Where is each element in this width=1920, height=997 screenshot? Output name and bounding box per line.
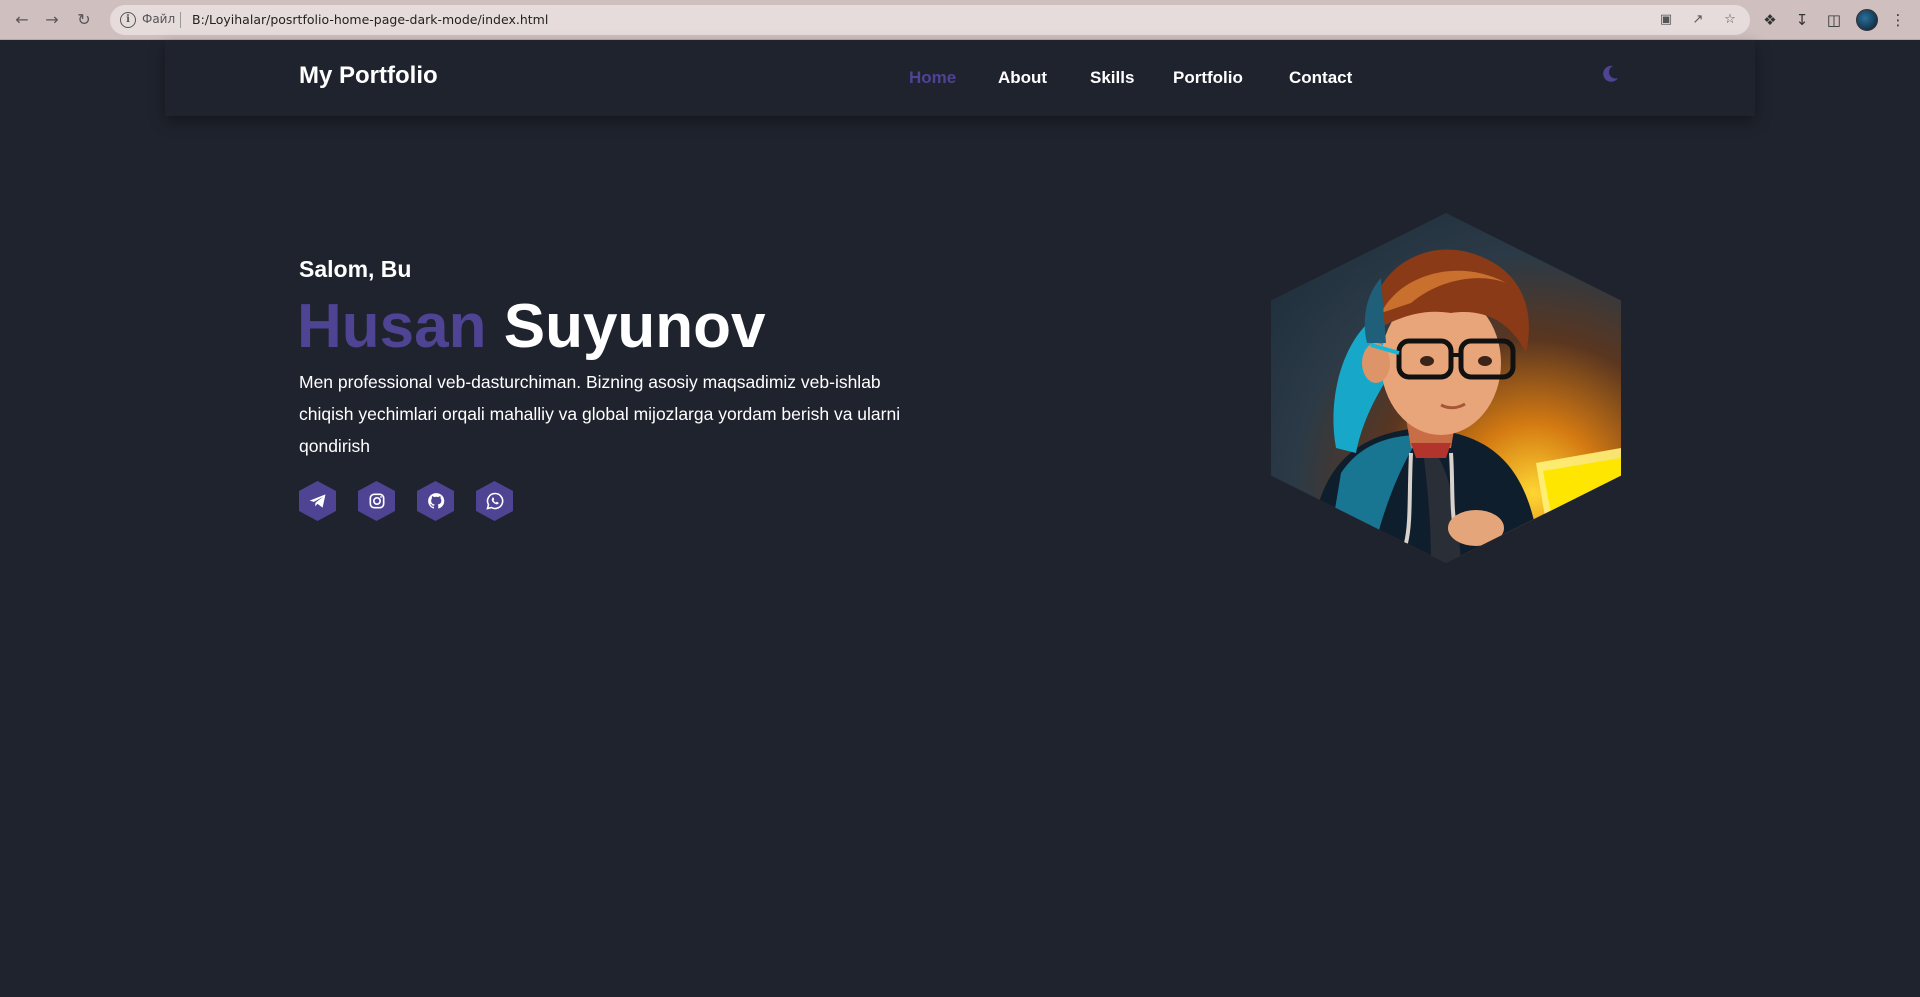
forward-icon[interactable]: → (42, 10, 62, 30)
more-menu-icon[interactable]: ⋮ (1888, 10, 1908, 30)
moon-icon[interactable] (1600, 64, 1620, 84)
address-bar[interactable]: i Файл B:/Loyihalar/posrtfolio-home-page… (110, 5, 1750, 35)
telegram-link[interactable] (299, 481, 336, 521)
reload-icon[interactable]: ↻ (74, 10, 94, 30)
nav-portfolio[interactable]: Portfolio (1173, 68, 1243, 88)
extensions-icon[interactable]: ❖ (1760, 10, 1780, 30)
github-icon (427, 493, 444, 509)
bookmark-star-icon[interactable]: ☆ (1722, 12, 1738, 28)
instagram-icon (369, 493, 384, 509)
back-icon[interactable]: ← (12, 10, 32, 30)
url-text[interactable]: B:/Loyihalar/posrtfolio-home-page-dark-m… (192, 12, 548, 27)
whatsapp-link[interactable] (476, 481, 513, 521)
nav-about[interactable]: About (998, 68, 1047, 88)
cartoon-developer-illustration (1311, 249, 1621, 563)
browser-toolbar: ← → ↻ i Файл B:/Loyihalar/posrtfolio-hom… (0, 0, 1920, 40)
hero-greeting: Salom, Bu (299, 256, 412, 282)
hero-last-name: Suyunov (503, 292, 766, 361)
nav-skills[interactable]: Skills (1090, 68, 1134, 88)
nav-home[interactable]: Home (909, 68, 956, 88)
hero-description: Men professional veb-dasturchiman. Bizni… (299, 372, 901, 456)
whatsapp-icon (485, 492, 503, 510)
profile-avatar-image (1271, 213, 1621, 563)
url-divider (180, 12, 181, 28)
profile-avatar[interactable] (1856, 9, 1878, 31)
sidepanel-icon[interactable]: ◫ (1824, 10, 1844, 30)
hero-name: Husan Suyunov (297, 290, 766, 364)
info-icon[interactable]: i (120, 12, 136, 28)
nav-contact[interactable]: Contact (1289, 68, 1352, 88)
share-icon[interactable]: ↗ (1690, 12, 1706, 28)
hero-first-name: Husan (297, 292, 487, 361)
site-header: My Portfolio Home About Skills Portfolio… (165, 40, 1755, 116)
url-scheme-label: Файл (142, 12, 176, 26)
download-icon[interactable]: ↧ (1792, 10, 1812, 30)
translate-icon[interactable]: ▣ (1658, 12, 1674, 28)
github-link[interactable] (417, 481, 454, 521)
telegram-icon (309, 494, 325, 508)
logo[interactable]: My Portfolio (299, 62, 438, 90)
instagram-link[interactable] (358, 481, 395, 521)
